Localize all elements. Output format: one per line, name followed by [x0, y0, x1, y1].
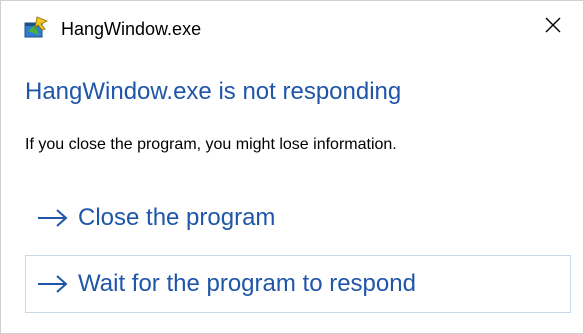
close-button[interactable]: [531, 7, 575, 47]
content-message: If you close the program, you might lose…: [25, 136, 397, 153]
main-instruction: HangWindow.exe is not responding: [25, 78, 402, 105]
hang-window-app-icon: [23, 15, 49, 41]
close-icon: [545, 17, 561, 38]
close-program-label: Close the program: [78, 204, 276, 231]
wait-for-program-label: Wait for the program to respond: [78, 270, 416, 297]
right-arrow-icon: [34, 272, 74, 296]
close-program-button[interactable]: Close the program: [25, 189, 571, 247]
wait-for-program-button[interactable]: Wait for the program to respond: [25, 255, 571, 313]
window-title: HangWindow.exe: [61, 19, 202, 39]
not-responding-dialog: HangWindow.exe HangWindow.exe is not res…: [0, 0, 584, 334]
right-arrow-icon: [34, 206, 74, 230]
title-bar: HangWindow.exe: [1, 1, 583, 57]
